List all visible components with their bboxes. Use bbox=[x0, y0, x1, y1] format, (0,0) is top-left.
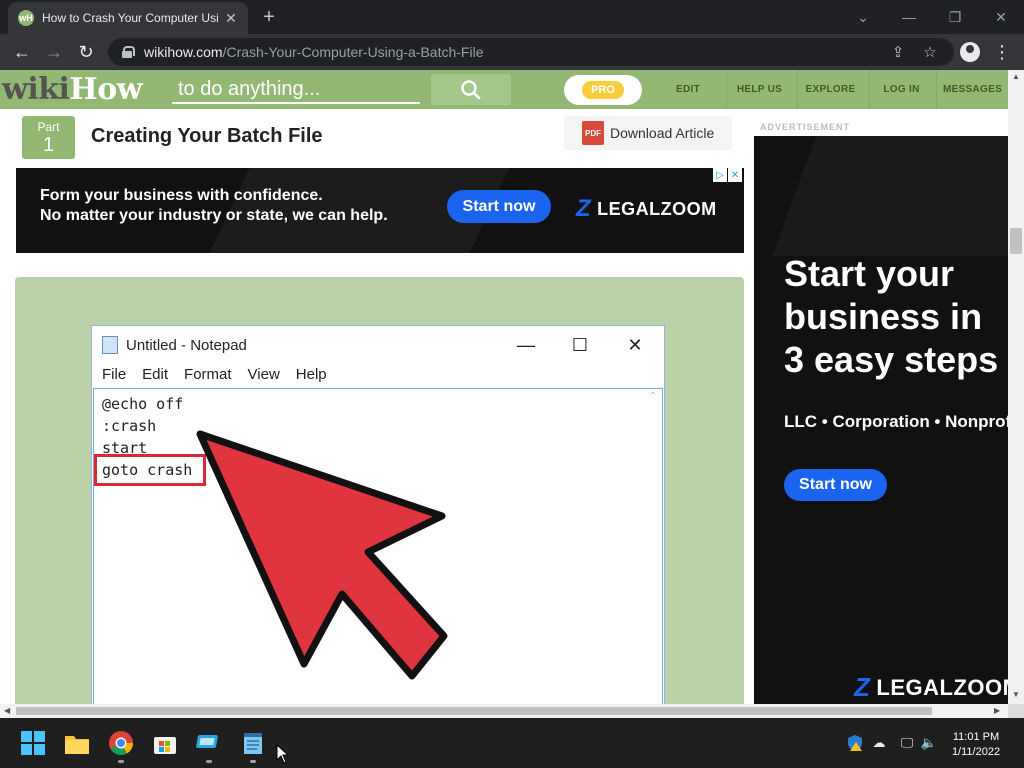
legalzoom-logo: Z LEGALZOOM bbox=[854, 672, 1008, 702]
wikihow-logo[interactable]: wikiHow bbox=[2, 73, 143, 107]
legalzoom-z-icon: Z bbox=[854, 672, 871, 702]
scroll-left-arrow-icon[interactable]: ◀ bbox=[4, 706, 10, 715]
sidebar-ad[interactable]: Start your business in 3 easy steps LLC … bbox=[754, 136, 1008, 704]
bookmark-star-icon[interactable]: ☆ bbox=[920, 42, 940, 62]
notepad-menu-view: View bbox=[247, 366, 280, 383]
cloud-offline-icon[interactable]: ☁ bbox=[870, 734, 888, 752]
horizontal-scrollbar[interactable]: ◀ ▶ bbox=[0, 704, 1008, 718]
mouse-cursor-icon bbox=[276, 744, 290, 764]
advertisement-label: ADVERTISEMENT bbox=[760, 122, 851, 132]
url-host: wikihow.com bbox=[144, 44, 223, 60]
security-shield-icon[interactable] bbox=[846, 734, 864, 752]
section-title: Creating Your Batch File bbox=[91, 125, 323, 147]
notepad-minimize-icon: — bbox=[517, 335, 535, 355]
notepad-menu-bar: File Edit Format View Help bbox=[102, 366, 343, 383]
banner-ad-start-button[interactable]: Start now bbox=[447, 190, 551, 223]
pro-badge: PRO bbox=[582, 81, 624, 99]
nav-log-in[interactable]: LOG IN bbox=[869, 70, 933, 109]
red-pointer-arrow-icon bbox=[196, 430, 448, 680]
nav-help-us[interactable]: HELP US bbox=[726, 70, 792, 109]
reload-icon[interactable]: ↻ bbox=[74, 40, 98, 64]
remote-desktop-icon[interactable] bbox=[196, 730, 222, 756]
browser-menu-icon[interactable]: ⋮ bbox=[992, 40, 1012, 64]
notepad-menu-edit: Edit bbox=[142, 366, 169, 383]
file-explorer-icon[interactable] bbox=[64, 730, 90, 756]
sidebar-ad-subline: LLC • Corporation • Nonprofit bbox=[784, 412, 1008, 431]
notepad-menu-format: Format bbox=[184, 366, 232, 383]
horizontal-scroll-thumb[interactable] bbox=[16, 707, 932, 715]
url-path: /Crash-Your-Computer-Using-a-Batch-File bbox=[222, 44, 484, 60]
adchoices-icon[interactable]: ▷ bbox=[713, 168, 727, 182]
taskbar-clock[interactable]: 11:01 PM 1/11/2022 bbox=[940, 730, 1012, 760]
wikihow-header: wikiHow to do anything... PRO EDIT HELP … bbox=[0, 70, 1008, 109]
code-line: @echo off bbox=[102, 395, 184, 413]
browser-tab[interactable]: wH How to Crash Your Computer Using a Ba… bbox=[8, 2, 248, 34]
share-icon[interactable]: ⇪ bbox=[888, 42, 908, 62]
nav-edit[interactable]: EDIT bbox=[660, 70, 716, 109]
notepad-scroll-up-icon: ⌃ bbox=[648, 391, 658, 402]
notepad-menu-file: File bbox=[102, 366, 127, 383]
tab-strip: wH How to Crash Your Computer Using a Ba… bbox=[0, 0, 1024, 34]
browser-toolbar: ← → ↻ wikihow.com/Crash-Your-Computer-Us… bbox=[0, 34, 1024, 70]
notepad-window: Untitled - Notepad — ☐ ✕ File Edit Forma… bbox=[91, 325, 665, 704]
nav-explore[interactable]: EXPLORE bbox=[797, 70, 863, 109]
clock-date: 1/11/2022 bbox=[951, 746, 1001, 758]
pro-button[interactable]: PRO bbox=[564, 75, 642, 105]
search-button[interactable] bbox=[431, 74, 511, 105]
lock-icon[interactable] bbox=[122, 46, 135, 58]
scroll-right-arrow-icon[interactable]: ▶ bbox=[994, 706, 1000, 715]
screen: wH How to Crash Your Computer Using a Ba… bbox=[0, 0, 1024, 768]
vertical-scrollbar[interactable]: ▲ ▼ bbox=[1008, 70, 1024, 704]
volume-icon[interactable]: 🔈 bbox=[920, 734, 938, 752]
tab-title: How to Crash Your Computer Using a Batch… bbox=[42, 11, 218, 25]
ad-close-icon[interactable]: ✕ bbox=[728, 168, 742, 182]
back-arrow-icon[interactable]: ← bbox=[10, 40, 34, 64]
page-viewport: wikiHow to do anything... PRO EDIT HELP … bbox=[0, 70, 1008, 704]
new-tab-button[interactable]: + bbox=[258, 6, 280, 28]
wikihow-favicon-icon: wH bbox=[18, 10, 34, 26]
code-line: :crash bbox=[102, 417, 157, 435]
vertical-scroll-thumb[interactable] bbox=[1010, 228, 1022, 254]
restore-button[interactable]: ❐ bbox=[932, 4, 978, 30]
sidebar-ad-headline: Start your business in 3 easy steps bbox=[784, 253, 999, 380]
banner-ad[interactable]: Form your business with confidence. No m… bbox=[16, 168, 744, 253]
search-icon bbox=[461, 79, 481, 99]
notepad-maximize-icon: ☐ bbox=[571, 335, 589, 355]
network-icon[interactable]: 🖵 bbox=[898, 734, 916, 752]
address-bar[interactable]: wikihow.com/Crash-Your-Computer-Using-a-… bbox=[108, 38, 954, 66]
tab-search-chevron-icon[interactable]: ⌄ bbox=[840, 4, 886, 30]
pdf-icon: PDF bbox=[582, 121, 604, 145]
scroll-up-arrow-icon[interactable]: ▲ bbox=[1012, 72, 1020, 81]
profile-avatar-icon[interactable] bbox=[960, 42, 980, 62]
minimize-button[interactable]: — bbox=[886, 4, 932, 30]
legalzoom-logo: Z LEGALZOOM bbox=[576, 195, 717, 222]
tab-close-icon[interactable]: ✕ bbox=[224, 10, 238, 27]
part-number-badge: Part 1 bbox=[22, 116, 75, 159]
nav-messages[interactable]: MESSAGES bbox=[936, 70, 1008, 109]
notepad-icon bbox=[102, 336, 118, 354]
legalzoom-z-icon: Z bbox=[576, 195, 592, 222]
download-article-label: Download Article bbox=[610, 125, 715, 141]
step-image: Untitled - Notepad — ☐ ✕ File Edit Forma… bbox=[15, 277, 744, 704]
microsoft-store-icon[interactable] bbox=[152, 730, 178, 756]
download-article-button[interactable]: PDF Download Article bbox=[564, 116, 732, 150]
chrome-icon[interactable] bbox=[108, 730, 134, 756]
windows-start-icon[interactable] bbox=[20, 730, 46, 756]
clock-time: 11:01 PM bbox=[952, 731, 1000, 743]
part-number: 1 bbox=[42, 134, 55, 156]
part-label: Part bbox=[37, 120, 60, 134]
wikihow-search-input[interactable]: to do anything... bbox=[172, 76, 420, 104]
sidebar-ad-start-button[interactable]: Start now bbox=[784, 469, 887, 501]
window-close-button[interactable]: ✕ bbox=[978, 4, 1024, 30]
scroll-down-arrow-icon[interactable]: ▼ bbox=[1012, 690, 1020, 699]
taskbar: ☁ 🖵 🔈 11:01 PM 1/11/2022 bbox=[0, 718, 1024, 768]
notepad-close-icon: ✕ bbox=[627, 335, 643, 355]
forward-arrow-icon[interactable]: → bbox=[42, 40, 66, 64]
notepad-title: Untitled - Notepad bbox=[102, 336, 247, 354]
banner-ad-text: Form your business with confidence. No m… bbox=[40, 187, 388, 224]
notepad-taskbar-icon[interactable] bbox=[240, 730, 266, 756]
notepad-menu-help: Help bbox=[295, 366, 327, 383]
